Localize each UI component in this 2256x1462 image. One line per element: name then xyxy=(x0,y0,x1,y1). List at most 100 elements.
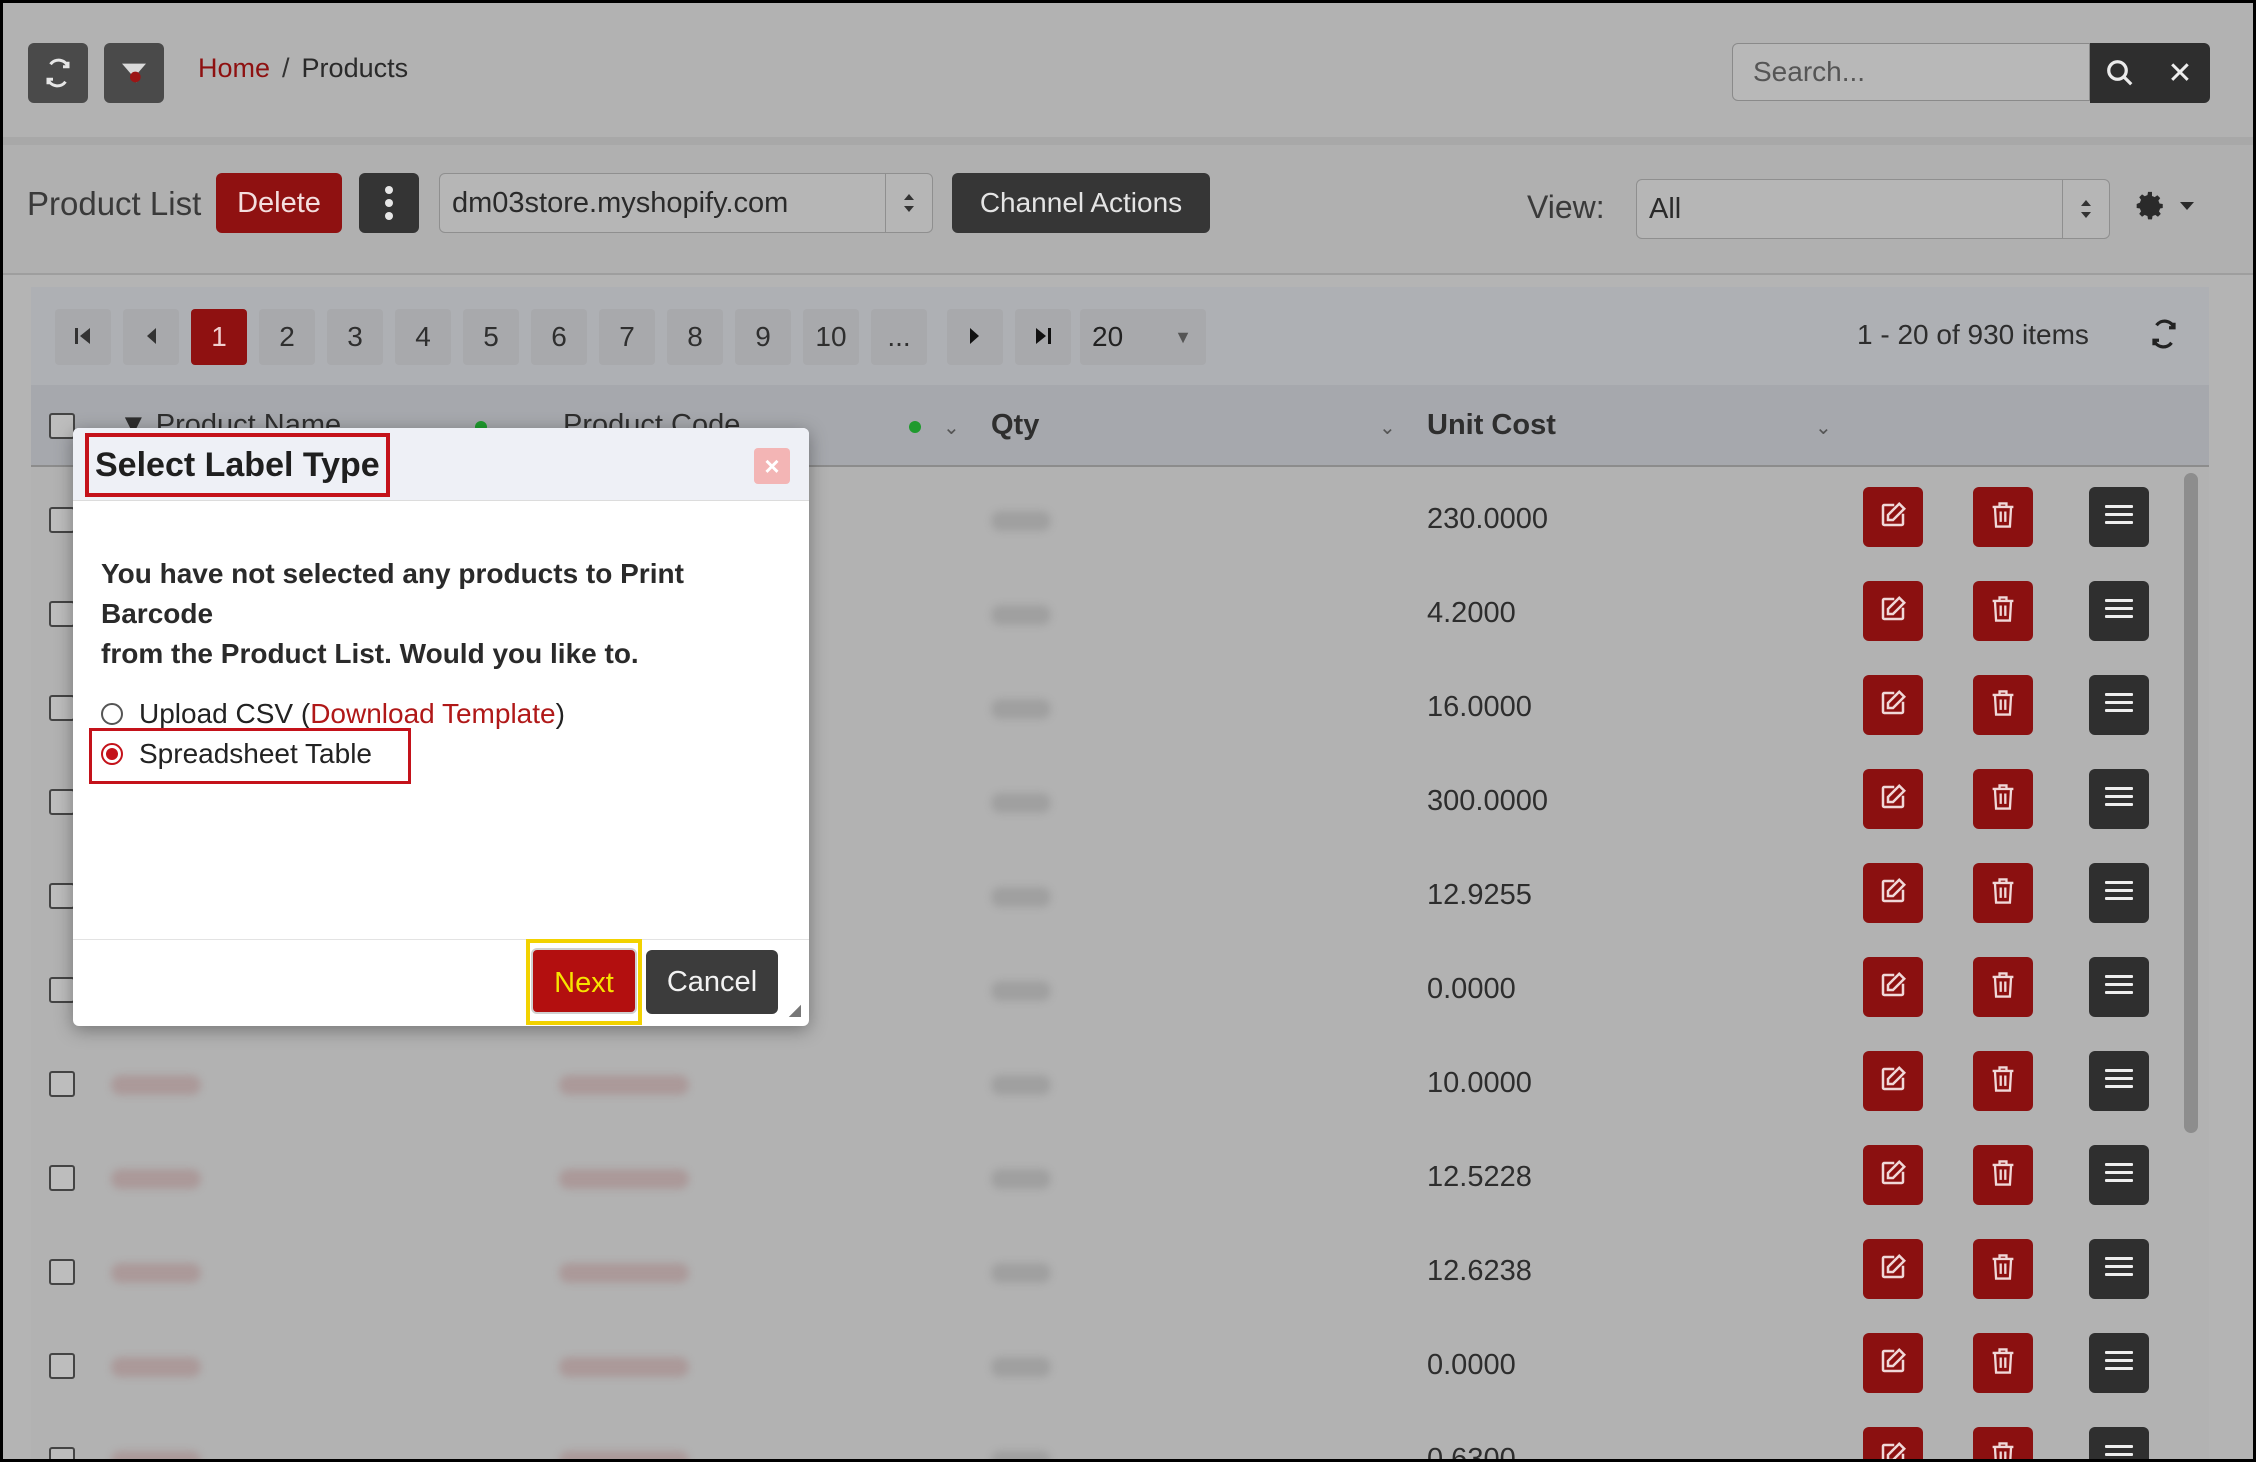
prev-page-button[interactable] xyxy=(123,309,179,365)
qty-cell[interactable] xyxy=(991,1169,1051,1189)
edit-button[interactable] xyxy=(1863,1051,1923,1111)
clear-filter-button[interactable] xyxy=(104,43,164,103)
product-name-cell[interactable] xyxy=(111,1263,201,1283)
row-checkbox[interactable] xyxy=(49,601,75,627)
edit-button[interactable] xyxy=(1863,1333,1923,1393)
qty-cell[interactable] xyxy=(991,1263,1051,1283)
row-menu-button[interactable] xyxy=(2089,1239,2149,1299)
settings-menu-button[interactable] xyxy=(2133,189,2195,223)
upload-csv-radio[interactable] xyxy=(101,703,123,725)
page-size-select[interactable]: 20 ▼ xyxy=(1080,309,1206,365)
product-name-cell[interactable] xyxy=(111,1451,201,1459)
page-button[interactable]: 3 xyxy=(327,309,383,365)
delete-row-button[interactable] xyxy=(1973,1051,2033,1111)
cancel-button[interactable]: Cancel xyxy=(646,950,778,1014)
page-button[interactable]: 10 xyxy=(803,309,859,365)
edit-button[interactable] xyxy=(1863,1239,1923,1299)
page-ellipsis[interactable]: ... xyxy=(871,309,927,365)
resize-handle-icon[interactable]: ◢ xyxy=(789,1000,801,1020)
first-page-button[interactable] xyxy=(55,309,111,365)
view-select[interactable]: All xyxy=(1636,179,2110,239)
qty-cell[interactable] xyxy=(991,887,1051,907)
page-button[interactable]: 2 xyxy=(259,309,315,365)
option-upload-csv[interactable]: Upload CSV ( Download Template ) xyxy=(101,698,565,730)
table-row[interactable]: 12.6238 xyxy=(31,1225,2181,1319)
column-qty[interactable]: Qty xyxy=(991,409,1039,442)
pager-refresh-button[interactable] xyxy=(2149,319,2179,354)
delete-row-button[interactable] xyxy=(1973,487,2033,547)
table-row[interactable]: 12.5228 xyxy=(31,1131,2181,1225)
table-row[interactable]: 0.0000 xyxy=(31,1319,2181,1413)
qty-cell[interactable] xyxy=(991,793,1051,813)
chevron-down-icon[interactable]: ⌄ xyxy=(1815,415,1832,440)
edit-button[interactable] xyxy=(1863,581,1923,641)
next-page-button[interactable] xyxy=(947,309,1003,365)
product-code-cell[interactable] xyxy=(559,1263,689,1283)
page-button[interactable]: 7 xyxy=(599,309,655,365)
page-button[interactable]: 4 xyxy=(395,309,451,365)
row-checkbox[interactable] xyxy=(49,695,75,721)
edit-button[interactable] xyxy=(1863,769,1923,829)
delete-row-button[interactable] xyxy=(1973,1427,2033,1459)
table-row[interactable]: 10.0000 xyxy=(31,1037,2181,1131)
row-checkbox[interactable] xyxy=(49,1259,75,1285)
page-button[interactable]: 9 xyxy=(735,309,791,365)
row-menu-button[interactable] xyxy=(2089,1427,2149,1459)
channel-actions-button[interactable]: Channel Actions xyxy=(952,173,1210,233)
row-checkbox[interactable] xyxy=(49,507,75,533)
page-button[interactable]: 6 xyxy=(531,309,587,365)
edit-button[interactable] xyxy=(1863,1427,1923,1459)
row-menu-button[interactable] xyxy=(2089,957,2149,1017)
row-menu-button[interactable] xyxy=(2089,1145,2149,1205)
page-button[interactable]: 1 xyxy=(191,309,247,365)
qty-cell[interactable] xyxy=(991,605,1051,625)
refresh-button[interactable] xyxy=(28,43,88,103)
delete-row-button[interactable] xyxy=(1973,957,2033,1017)
delete-row-button[interactable] xyxy=(1973,581,2033,641)
edit-button[interactable] xyxy=(1863,863,1923,923)
chevron-down-icon[interactable]: ⌄ xyxy=(1379,415,1396,440)
qty-cell[interactable] xyxy=(991,699,1051,719)
row-menu-button[interactable] xyxy=(2089,581,2149,641)
clear-search-button[interactable]: ✕ xyxy=(2150,43,2210,103)
row-menu-button[interactable] xyxy=(2089,863,2149,923)
edit-button[interactable] xyxy=(1863,957,1923,1017)
edit-button[interactable] xyxy=(1863,1145,1923,1205)
product-name-cell[interactable] xyxy=(111,1357,201,1377)
table-row[interactable]: 0.6300 xyxy=(31,1413,2181,1459)
qty-cell[interactable] xyxy=(991,1357,1051,1377)
chevron-down-icon[interactable]: ⌄ xyxy=(943,415,960,440)
edit-button[interactable] xyxy=(1863,675,1923,735)
row-checkbox[interactable] xyxy=(49,789,75,815)
edit-button[interactable] xyxy=(1863,487,1923,547)
search-button[interactable] xyxy=(2090,43,2150,103)
row-checkbox[interactable] xyxy=(49,883,75,909)
delete-row-button[interactable] xyxy=(1973,1145,2033,1205)
product-code-cell[interactable] xyxy=(559,1357,689,1377)
dialog-close-button[interactable]: × xyxy=(754,448,790,484)
next-button[interactable]: Next xyxy=(531,948,637,1014)
qty-cell[interactable] xyxy=(991,511,1051,531)
row-checkbox[interactable] xyxy=(49,977,75,1003)
vertical-scrollbar[interactable] xyxy=(2184,473,2198,1133)
download-template-link[interactable]: Download Template xyxy=(310,698,555,730)
option-spreadsheet-table[interactable]: Spreadsheet Table xyxy=(101,738,372,770)
store-select[interactable]: dm03store.myshopify.com xyxy=(439,173,933,233)
delete-row-button[interactable] xyxy=(1973,1333,2033,1393)
select-all-checkbox[interactable] xyxy=(49,413,75,439)
column-unit-cost[interactable]: Unit Cost xyxy=(1427,409,1556,442)
delete-button[interactable]: Delete xyxy=(216,173,342,233)
product-code-cell[interactable] xyxy=(559,1075,689,1095)
qty-cell[interactable] xyxy=(991,981,1051,1001)
product-code-cell[interactable] xyxy=(559,1169,689,1189)
breadcrumb-home-link[interactable]: Home xyxy=(198,53,270,84)
delete-row-button[interactable] xyxy=(1973,1239,2033,1299)
row-menu-button[interactable] xyxy=(2089,1051,2149,1111)
row-menu-button[interactable] xyxy=(2089,1333,2149,1393)
row-checkbox[interactable] xyxy=(49,1071,75,1097)
row-checkbox[interactable] xyxy=(49,1165,75,1191)
row-menu-button[interactable] xyxy=(2089,487,2149,547)
row-menu-button[interactable] xyxy=(2089,769,2149,829)
product-name-cell[interactable] xyxy=(111,1169,201,1189)
page-button[interactable]: 5 xyxy=(463,309,519,365)
